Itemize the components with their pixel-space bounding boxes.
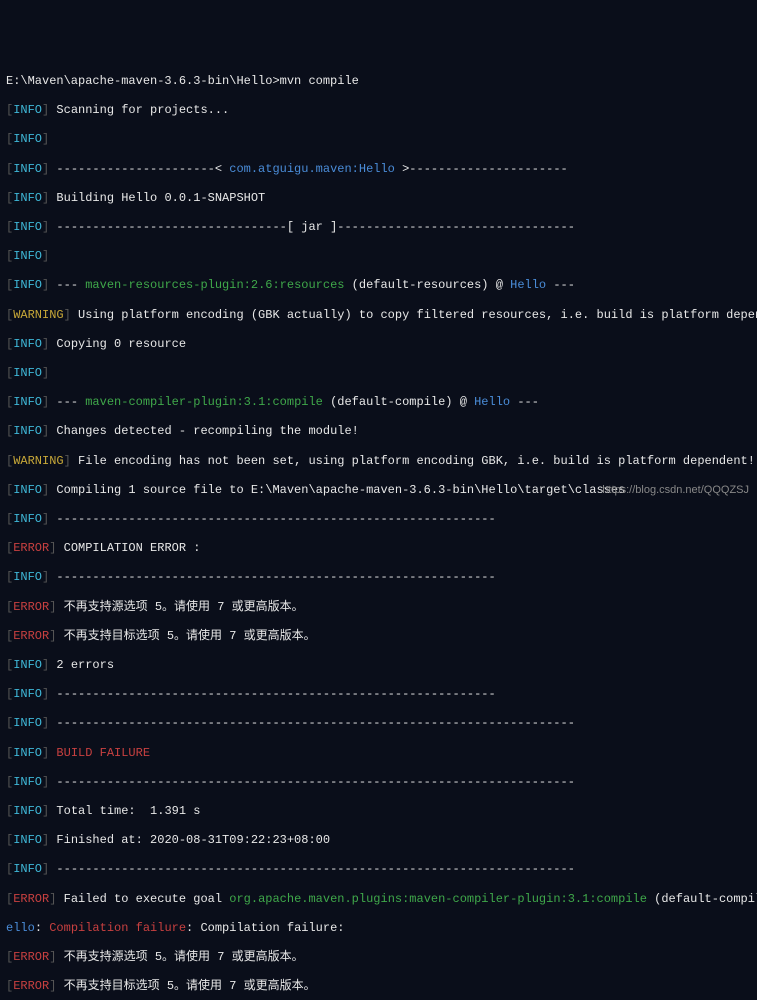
build-failure: BUILD FAILURE xyxy=(56,746,150,760)
error-target-option: 不再支持目标选项 5。请使用 7 或更高版本。 xyxy=(64,629,316,643)
warning-tag: WARNING xyxy=(13,308,63,322)
resources-plugin: maven-resources-plugin:2.6:resources xyxy=(85,278,344,292)
info-tag: INFO xyxy=(13,103,42,117)
terminal-output: E:\Maven\apache-maven-3.6.3-bin\Hello>mv… xyxy=(6,60,751,1000)
compilation-error-header: COMPILATION ERROR : xyxy=(64,541,201,555)
watermark: https://blog.csdn.net/QQQZSJ xyxy=(602,484,749,496)
total-time: Total time: 1.391 s xyxy=(56,804,200,818)
error-source-option: 不再支持源选项 5。请使用 7 或更高版本。 xyxy=(64,600,304,614)
project-ga: com.atguigu.maven:Hello xyxy=(229,162,395,176)
compiler-plugin: maven-compiler-plugin:3.1:compile xyxy=(85,395,323,409)
error-tag: ERROR xyxy=(13,541,49,555)
command-prompt: E:\Maven\apache-maven-3.6.3-bin\Hello>mv… xyxy=(6,74,359,88)
finished-at: Finished at: 2020-08-31T09:22:23+08:00 xyxy=(56,833,330,847)
